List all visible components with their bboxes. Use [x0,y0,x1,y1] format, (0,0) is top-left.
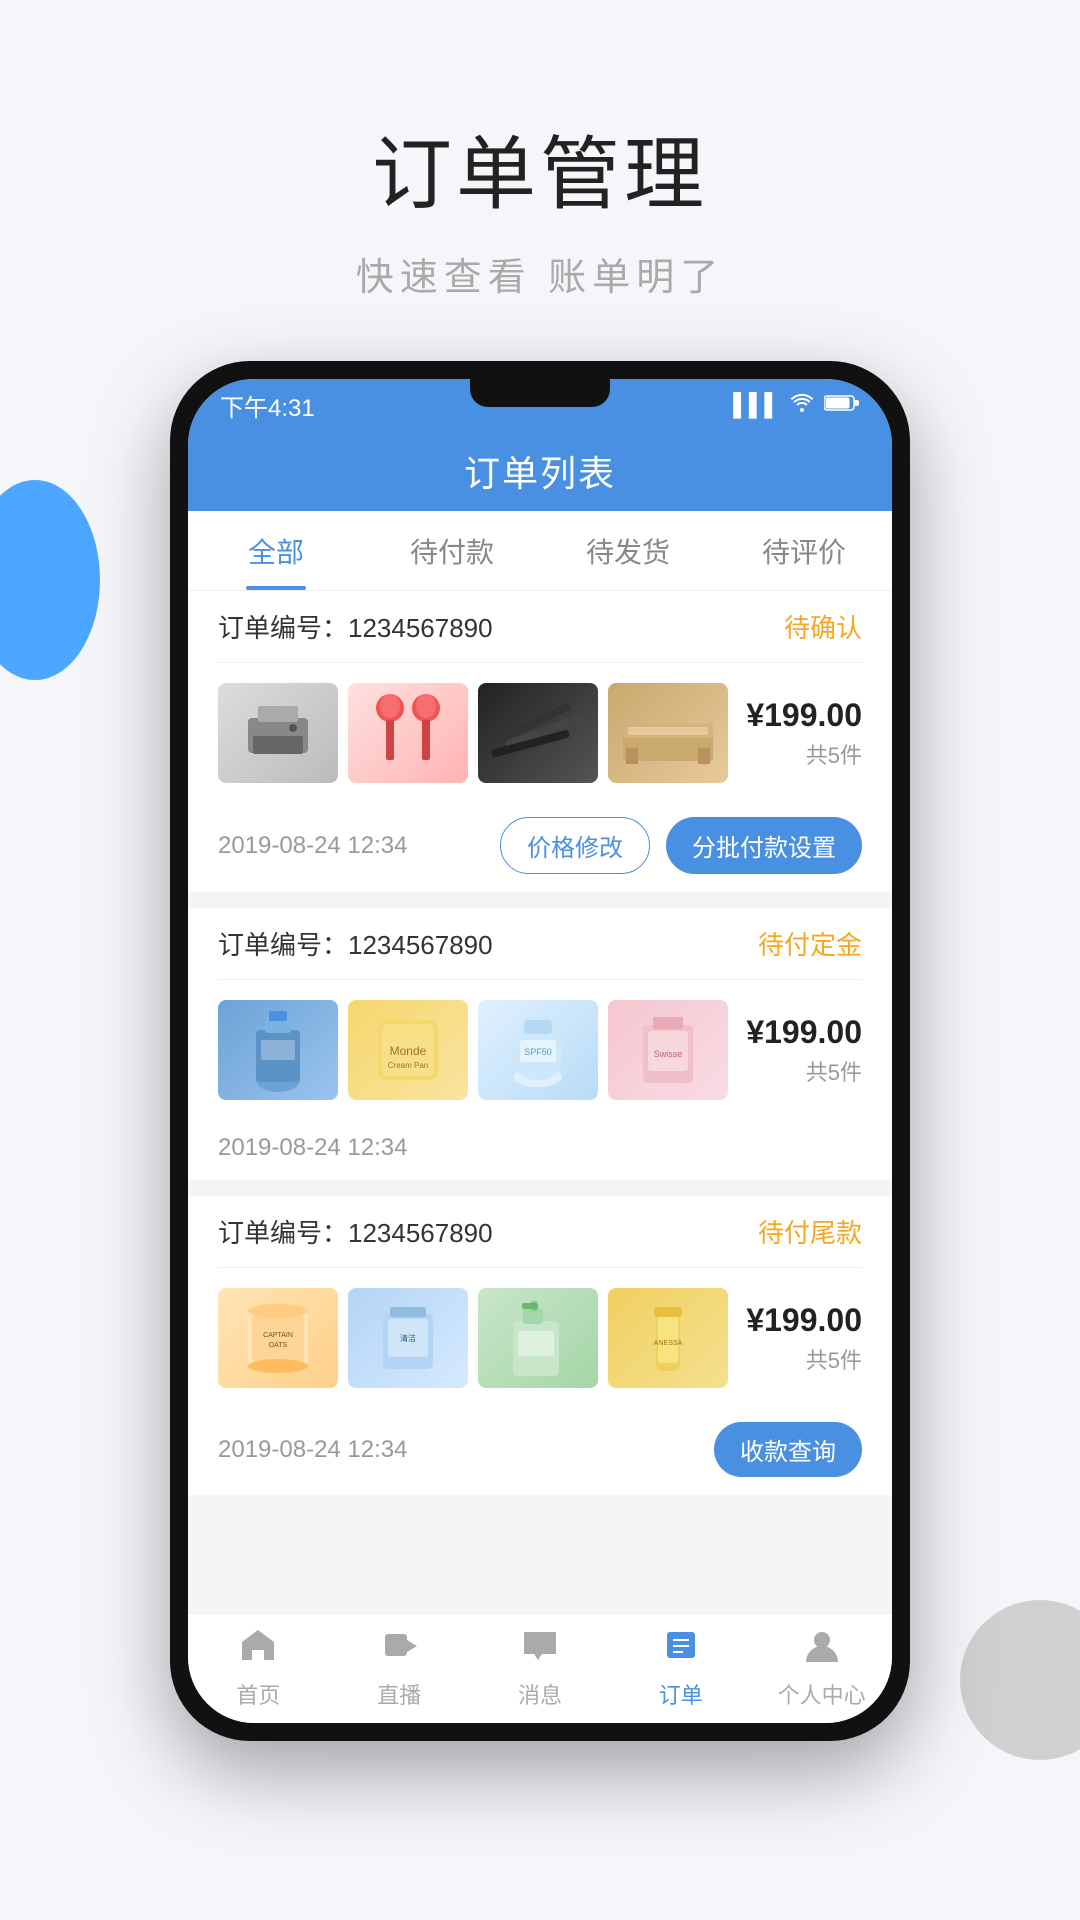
product-img-pink: Swisse [608,1000,728,1100]
product-img-gold: ANESSA [608,1288,728,1388]
order-card-2: 订单编号：1234567890 待付定金 [188,908,892,1180]
product-img-snack: Monde Cream Pan [348,1000,468,1100]
phone-screen: 下午4:31 ▌▌▌ 订单列表 全部 待付款 待发货 [188,379,892,1723]
home-icon [240,1627,276,1672]
product-row-3: CAPTAIN OATS 清洁 [218,1268,862,1408]
svg-text:OATS: OATS [269,1342,288,1349]
product-count-1: 共5件 [746,738,862,770]
order-number-1: 订单编号：1234567890 [218,608,493,645]
nav-message-label: 消息 [518,1678,562,1710]
product-count-3: 共5件 [746,1343,862,1375]
product-price-col-2: ¥199.00 共5件 [746,1014,862,1087]
nav-order[interactable]: 订单 [610,1614,751,1723]
tab-all[interactable]: 全部 [188,511,364,590]
signal-icon: ▌▌▌ [733,392,780,418]
phone-notch [470,379,610,407]
svg-text:CAPTAIN: CAPTAIN [263,1332,293,1339]
page-header: 订单管理 快速查看 账单明了 [0,0,1080,361]
product-row-2: Monde Cream Pan SPF50 [218,980,862,1120]
app-header-title: 订单列表 [464,445,616,497]
order-card-3: 订单编号：1234567890 待付尾款 CAPTAIN OATS [188,1196,892,1495]
nav-profile[interactable]: 个人中心 [751,1614,892,1723]
product-row-1: ¥199.00 共5件 [218,663,862,803]
product-img-can: CAPTAIN OATS [218,1288,338,1388]
product-img-bed [608,683,728,783]
tab-pending-delivery[interactable]: 待发货 [540,511,716,590]
order-header-1: 订单编号：1234567890 待确认 [218,591,862,663]
svg-text:ANESSA: ANESSA [654,1340,683,1347]
live-icon [381,1627,417,1672]
svg-text:Swisse: Swisse [654,1049,683,1059]
profile-icon [804,1627,840,1672]
order-footer-1: 2019-08-24 12:34 价格修改 分批付款设置 [218,803,862,892]
order-footer-2: 2019-08-24 12:34 [218,1120,862,1180]
footer-buttons-1: 价格修改 分批付款设置 [500,817,862,874]
order-icon [663,1627,699,1672]
installment-button[interactable]: 分批付款设置 [666,817,862,874]
tabs-bar: 全部 待付款 待发货 待评价 [188,511,892,591]
product-img-cream: SPF50 [478,1000,598,1100]
status-time: 下午4:31 [220,388,315,423]
product-img-pen [478,683,598,783]
order-status-2: 待付定金 [758,925,862,962]
nav-home-label: 首页 [236,1678,280,1710]
payment-query-button[interactable]: 收款查询 [714,1422,862,1477]
nav-profile-label: 个人中心 [778,1678,866,1710]
page-title: 订单管理 [0,110,1080,226]
svg-text:清洁: 清洁 [400,1333,416,1343]
tab-pending-review[interactable]: 待评价 [716,511,892,590]
order-header-2: 订单编号：1234567890 待付定金 [218,908,862,980]
svg-text:SPF50: SPF50 [524,1047,552,1057]
order-number-2: 订单编号：1234567890 [218,925,493,962]
bottom-nav: 首页 直播 消息 订单 [188,1613,892,1723]
order-date-2: 2019-08-24 12:34 [218,1134,408,1162]
svg-text:Monde: Monde [390,1044,427,1058]
nav-live-label: 直播 [377,1678,421,1710]
product-price-col-3: ¥199.00 共5件 [746,1302,862,1375]
product-price-2: ¥199.00 [746,1014,862,1051]
svg-text:Cream Pan: Cream Pan [388,1061,428,1070]
order-number-3: 订单编号：1234567890 [218,1213,493,1250]
order-date-1: 2019-08-24 12:34 [218,832,408,860]
nav-live[interactable]: 直播 [329,1614,470,1723]
product-img-decor [348,683,468,783]
phone-frame: 下午4:31 ▌▌▌ 订单列表 全部 待付款 待发货 [170,361,910,1741]
order-header-3: 订单编号：1234567890 待付尾款 [218,1196,862,1268]
footer-buttons-3: 收款查询 [714,1422,862,1477]
page-subtitle: 快速查看 账单明了 [0,246,1080,301]
battery-icon [824,392,860,418]
status-icons: ▌▌▌ [733,392,860,418]
price-modify-button[interactable]: 价格修改 [500,817,650,874]
product-img-bottle [218,1000,338,1100]
phone-wrapper: 下午4:31 ▌▌▌ 订单列表 全部 待付款 待发货 [0,361,1080,1741]
nav-message[interactable]: 消息 [470,1614,611,1723]
product-img-printer [218,683,338,783]
product-img-blue-tube: 清洁 [348,1288,468,1388]
order-status-3: 待付尾款 [758,1213,862,1250]
nav-home[interactable]: 首页 [188,1614,329,1723]
order-card-1: 订单编号：1234567890 待确认 [188,591,892,892]
message-icon [522,1627,558,1672]
tab-pending-payment[interactable]: 待付款 [364,511,540,590]
product-img-green-pump [478,1288,598,1388]
app-header: 订单列表 [188,431,892,511]
order-footer-3: 2019-08-24 12:34 收款查询 [218,1408,862,1495]
product-price-col-1: ¥199.00 共5件 [746,697,862,770]
product-price-1: ¥199.00 [746,697,862,734]
wifi-icon [790,392,814,418]
product-count-2: 共5件 [746,1055,862,1087]
order-date-3: 2019-08-24 12:34 [218,1436,408,1464]
order-status-1: 待确认 [784,608,862,645]
order-content-area: 订单编号：1234567890 待确认 [188,591,892,1613]
product-price-3: ¥199.00 [746,1302,862,1339]
nav-order-label: 订单 [659,1678,703,1710]
